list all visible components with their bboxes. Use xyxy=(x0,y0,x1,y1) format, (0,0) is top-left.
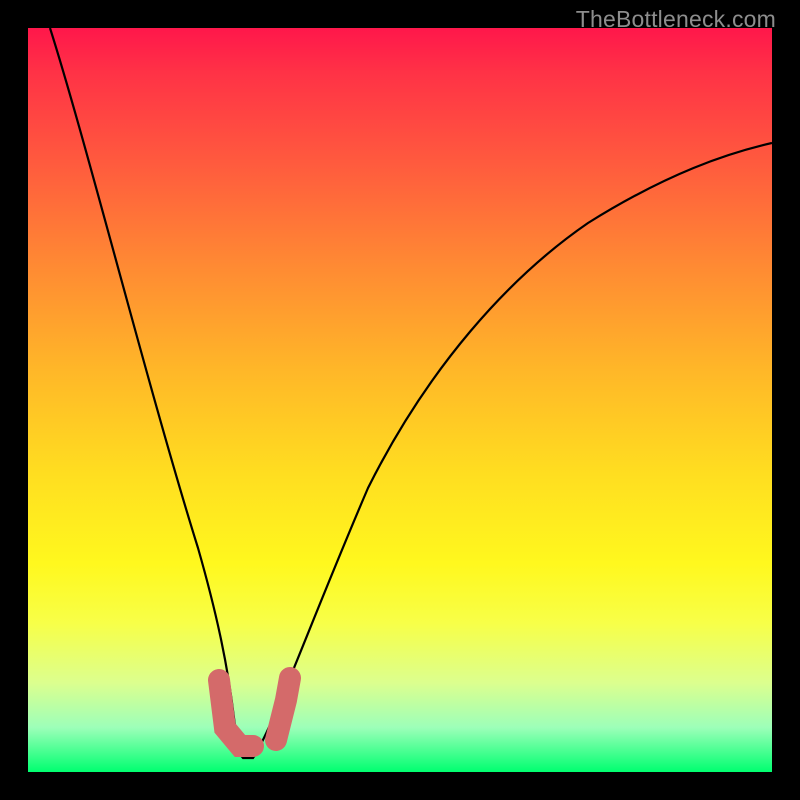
watermark-text: TheBottleneck.com xyxy=(576,6,776,33)
chart-svg xyxy=(28,28,772,772)
bottleneck-curve xyxy=(50,28,772,758)
chart-area xyxy=(28,28,772,772)
left-marker xyxy=(219,680,253,746)
right-marker xyxy=(276,678,290,740)
